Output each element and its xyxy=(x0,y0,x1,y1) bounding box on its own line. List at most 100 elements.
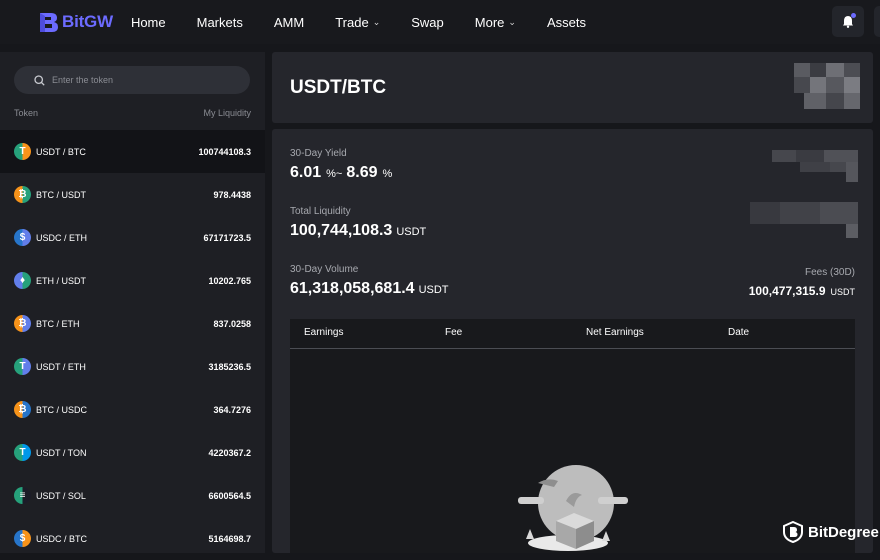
pair-liquidity: 67171723.5 xyxy=(203,232,251,243)
pair-liquidity: 837.0258 xyxy=(213,318,251,329)
usdt-icon: T xyxy=(14,143,31,160)
notification-button[interactable] xyxy=(832,6,864,37)
nav-home-label: Home xyxy=(130,14,166,30)
pair-label: BTC / USDT xyxy=(36,189,87,200)
pair-list: T USDT / BTC 100744108.3 ₿ BTC / USDT 97… xyxy=(0,130,265,560)
pair-label: BTC / USDC xyxy=(36,404,88,415)
pair-liquidity: 364.7276 xyxy=(213,404,251,415)
liquidity-value: 100,744,108.3 USDT xyxy=(290,222,426,240)
nav-home[interactable]: Home xyxy=(131,15,166,30)
eth-icon: ♦ xyxy=(14,272,31,289)
pair-label: USDT / BTC xyxy=(36,146,86,157)
nav-swap-label: Swap xyxy=(411,14,444,30)
fees-label: Fees (30D) xyxy=(804,267,855,278)
pair-header-panel: USDT/BTC xyxy=(272,52,873,123)
nav-amm-label: AMM xyxy=(273,14,305,30)
pair-row-usdt-sol[interactable]: ≡ USDT / SOL 6600564.5 xyxy=(0,474,265,517)
fee-header: Fee xyxy=(445,327,463,338)
pair-liquidity: 10202.765 xyxy=(208,275,251,286)
search-input[interactable] xyxy=(52,75,232,85)
usdt-icon: T xyxy=(14,444,31,461)
fees-unit: USDT xyxy=(830,287,856,297)
pixelated-area xyxy=(794,63,860,109)
fees-value: 100,477,315.9 USDT xyxy=(749,284,855,298)
date-header: Date xyxy=(728,327,750,338)
pair-row-usdc-btc[interactable]: $ USDC / BTC 5164698.7 xyxy=(0,517,265,560)
btc-icon: ₿ xyxy=(14,186,31,203)
search-bar[interactable] xyxy=(14,66,250,94)
table-header-divider xyxy=(290,348,855,349)
page-title: USDT/BTC xyxy=(290,77,387,98)
liquidity-column-header: My Liquidity xyxy=(203,108,251,118)
volume-label: 30-Day Volume xyxy=(290,264,359,275)
nav-more[interactable]: More ⌄ xyxy=(475,15,516,30)
sidebar: Token My Liquidity T USDT / BTC 10074410… xyxy=(0,52,265,553)
fees-amount: 100,477,315.9 xyxy=(748,284,826,298)
nav-amm[interactable]: AMM xyxy=(274,15,304,30)
nav-trade-label: Trade xyxy=(335,14,369,30)
pair-label: ETH / USDT xyxy=(36,275,87,286)
token-column-header: Token xyxy=(14,108,39,118)
yield-high: 8.69 xyxy=(346,164,378,181)
btc-icon: ₿ xyxy=(14,401,31,418)
pair-label: USDT / TON xyxy=(36,447,87,458)
nav-swap[interactable]: Swap xyxy=(411,15,444,30)
pair-liquidity: 978.4438 xyxy=(213,189,251,200)
usdt-icon: ≡ xyxy=(14,487,31,504)
volume-unit: USDT xyxy=(418,284,449,296)
yield-low: 6.01 xyxy=(290,164,322,181)
logo-icon xyxy=(40,12,58,32)
pair-row-usdt-eth[interactable]: T USDT / ETH 3185236.5 xyxy=(0,345,265,388)
nav-assets-label: Assets xyxy=(546,14,586,30)
yield-label: 30-Day Yield xyxy=(290,148,347,159)
pair-label: USDC / ETH xyxy=(36,232,88,243)
pair-label: USDT / ETH xyxy=(36,361,86,372)
watermark-text: BitDegree xyxy=(808,523,879,541)
pair-row-eth-usdt[interactable]: ♦ ETH / USDT 10202.765 xyxy=(0,259,265,302)
liquidity-label: Total Liquidity xyxy=(290,206,351,217)
net-earnings-header: Net Earnings xyxy=(586,327,644,338)
nav-more-label: More xyxy=(474,14,505,30)
pair-label: USDC / BTC xyxy=(36,533,88,544)
volume-amount: 61,318,058,681.4 xyxy=(290,280,415,297)
pair-row-btc-usdt[interactable]: ₿ BTC / USDT 978.4438 xyxy=(0,173,265,216)
top-nav: BitGW Home Markets AMM Trade ⌄ Swap More ⌄… xyxy=(0,0,880,44)
liquidity-amount: 100,744,108.3 xyxy=(290,222,393,239)
pair-row-usdc-eth[interactable]: $ USDC / ETH 67171723.5 xyxy=(0,216,265,259)
edge-button[interactable] xyxy=(874,6,880,37)
pair-liquidity: 4220367.2 xyxy=(208,447,251,458)
chevron-down-icon: ⌄ xyxy=(508,16,516,27)
pair-liquidity: 3185236.5 xyxy=(208,361,251,372)
search-icon xyxy=(34,74,45,86)
usdc-icon: $ xyxy=(14,229,31,246)
bitdegree-watermark: BitDegree xyxy=(783,521,879,543)
notification-dot xyxy=(851,13,856,18)
earnings-header: Earnings xyxy=(304,327,344,338)
pool-stats-panel: 30-Day Yield 6.01 %~ 8.69 % Total Liquid… xyxy=(272,129,873,553)
nav-links: Home Markets AMM Trade ⌄ Swap More ⌄ Asset… xyxy=(131,15,617,30)
yield-value: 6.01 %~ 8.69 % xyxy=(290,164,392,182)
pixelated-area xyxy=(750,202,858,238)
liquidity-unit: USDT xyxy=(396,226,427,238)
pair-row-usdt-ton[interactable]: T USDT / TON 4220367.2 xyxy=(0,431,265,474)
pair-row-btc-usdc[interactable]: ₿ BTC / USDC 364.7276 xyxy=(0,388,265,431)
chevron-down-icon: ⌄ xyxy=(372,16,381,27)
pair-row-btc-eth[interactable]: ₿ BTC / ETH 837.0258 xyxy=(0,302,265,345)
btc-icon: ₿ xyxy=(14,315,31,332)
pair-label: BTC / ETH xyxy=(36,318,80,329)
nav-markets-label: Markets xyxy=(196,14,243,30)
nav-markets[interactable]: Markets xyxy=(197,15,243,30)
yield-percent: % xyxy=(382,168,393,180)
empty-state-icon xyxy=(518,465,628,551)
nav-assets[interactable]: Assets xyxy=(547,15,586,30)
logo[interactable]: BitGW xyxy=(38,12,113,33)
pair-row-usdt-btc[interactable]: T USDT / BTC 100744108.3 xyxy=(0,130,265,173)
volume-value: 61,318,058,681.4 USDT xyxy=(290,280,449,298)
pixelated-area xyxy=(772,150,858,182)
pair-liquidity: 5164698.7 xyxy=(208,533,251,544)
logo-text: BitGW xyxy=(62,12,113,31)
usdt-icon: T xyxy=(14,358,31,375)
earnings-table: Earnings Fee Net Earnings Date xyxy=(290,319,855,553)
usdc-icon: $ xyxy=(14,530,31,547)
nav-trade[interactable]: Trade ⌄ xyxy=(335,15,380,30)
